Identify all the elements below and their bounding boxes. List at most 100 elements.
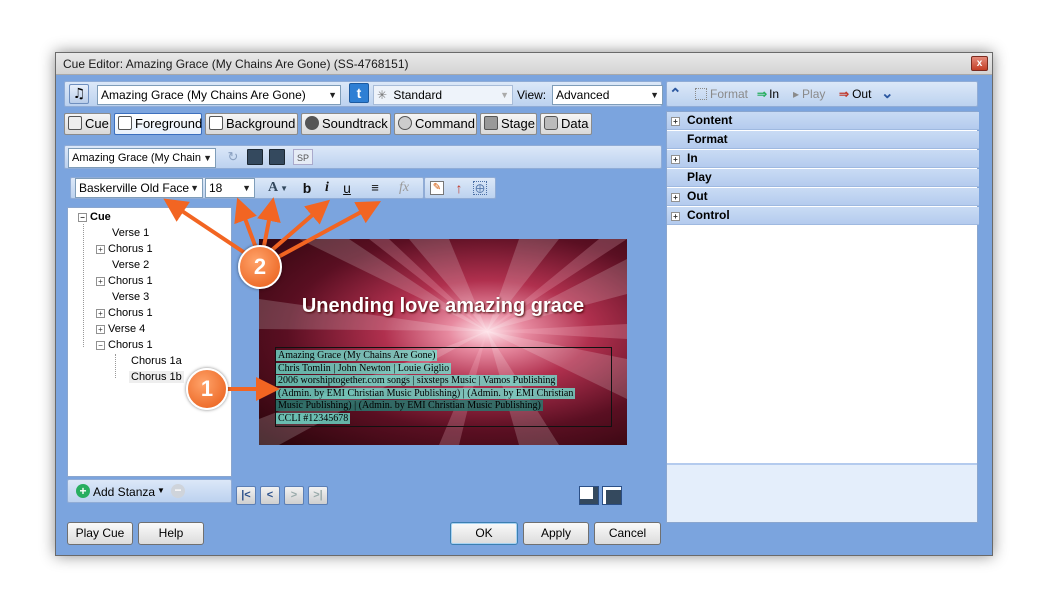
expand-icon[interactable]: + bbox=[96, 277, 105, 286]
tab-strip: Cue Foreground Background Soundtrack Com… bbox=[64, 113, 664, 137]
tree-root[interactable]: − Cue bbox=[78, 211, 111, 223]
out-button[interactable]: ⇒ Out bbox=[839, 87, 871, 101]
close-button[interactable]: x bbox=[971, 56, 988, 71]
save-icon[interactable] bbox=[247, 149, 263, 165]
play-cue-button[interactable]: Play Cue bbox=[67, 522, 133, 545]
music-icon[interactable]: ♫ bbox=[69, 84, 89, 104]
chevron-down-icon: ▼ bbox=[190, 183, 199, 193]
tab-stage[interactable]: Stage bbox=[480, 113, 537, 135]
font-color-button[interactable]: A ▼ bbox=[265, 180, 291, 196]
expand-icon[interactable]: + bbox=[671, 193, 680, 202]
refresh-icon[interactable]: ↻ bbox=[225, 149, 241, 165]
expand-icon[interactable]: + bbox=[671, 155, 680, 164]
layout-single-icon[interactable] bbox=[579, 486, 599, 505]
prev-stanza-button[interactable]: < bbox=[260, 486, 280, 505]
tree-item[interactable]: + Verse 4 bbox=[96, 323, 145, 335]
sp-button[interactable]: SP bbox=[293, 149, 313, 165]
expand-icon[interactable]: + bbox=[671, 117, 680, 126]
lyric-line: (Admin. by EMI Christian Music Publishin… bbox=[276, 387, 576, 399]
tab-command[interactable]: Command bbox=[394, 113, 477, 135]
section-format[interactable]: Format bbox=[667, 131, 979, 149]
view-label: View: bbox=[517, 88, 547, 102]
format-button[interactable]: Format bbox=[695, 87, 748, 101]
tab-cue[interactable]: Cue bbox=[64, 113, 111, 135]
first-stanza-button[interactable]: |< bbox=[236, 486, 256, 505]
tree-item[interactable]: Verse 2 bbox=[112, 259, 149, 271]
style-select[interactable]: ✳ Standard ▼ bbox=[373, 85, 513, 105]
fx-button[interactable]: fx bbox=[393, 180, 415, 196]
section-in[interactable]: + In bbox=[667, 150, 979, 168]
expand-icon[interactable]: + bbox=[96, 309, 105, 318]
window-title: Cue Editor: Amazing Grace (My Chains Are… bbox=[63, 57, 409, 71]
stanza-select[interactable]: Amazing Grace (My Chains ▼ bbox=[68, 148, 216, 168]
collapse-icon[interactable]: − bbox=[96, 341, 105, 350]
play-icon: ▸ bbox=[793, 87, 800, 101]
layout-double-icon[interactable] bbox=[602, 486, 622, 505]
tree-item[interactable]: + Chorus 1 bbox=[96, 307, 153, 319]
font-size-select[interactable]: 18 ▼ bbox=[205, 178, 255, 198]
tree-item-selected[interactable]: Chorus 1b bbox=[129, 371, 184, 383]
italic-button[interactable]: i bbox=[319, 180, 335, 196]
chevron-down-icon: ▼ bbox=[328, 90, 337, 100]
arrow-up-icon[interactable]: ↑ bbox=[452, 179, 466, 197]
song-select[interactable]: Amazing Grace (My Chains Are Gone) ▼ bbox=[97, 85, 341, 105]
view-select[interactable]: Advanced ▼ bbox=[552, 85, 663, 105]
title-bar[interactable]: Cue Editor: Amazing Grace (My Chains Are… bbox=[56, 53, 992, 75]
slide-preview[interactable]: Unending love amazing grace Amazing Grac… bbox=[259, 239, 627, 445]
chevron-down-icon: ▼ bbox=[500, 90, 509, 100]
lyric-line: Chris Tomlin | John Newton | Louie Gigli… bbox=[276, 362, 452, 374]
twitter-icon[interactable]: t bbox=[349, 83, 369, 103]
section-control[interactable]: + Control bbox=[667, 207, 979, 225]
tree-item[interactable]: Verse 1 bbox=[112, 227, 149, 239]
align-left-icon[interactable]: ≡ bbox=[367, 180, 383, 196]
expand-icon[interactable]: + bbox=[96, 245, 105, 254]
stanza-nav: |< < > >| bbox=[236, 486, 336, 506]
help-button[interactable]: Help bbox=[138, 522, 204, 545]
cue-editor-window: Cue Editor: Amazing Grace (My Chains Are… bbox=[55, 52, 993, 556]
add-stanza-button[interactable]: Add Stanza bbox=[93, 485, 155, 499]
tree-item[interactable]: Verse 3 bbox=[112, 291, 149, 303]
collapse-icon[interactable]: − bbox=[78, 213, 87, 222]
foreground-icon bbox=[118, 116, 132, 130]
bold-button[interactable]: b bbox=[299, 180, 315, 196]
expand-all-icon[interactable]: ⌄ bbox=[881, 84, 894, 102]
tree-item[interactable]: + Chorus 1 bbox=[96, 275, 153, 287]
lyrics-box[interactable]: Amazing Grace (My Chains Are Gone) Chris… bbox=[275, 347, 612, 427]
tree-item[interactable]: Chorus 1a bbox=[131, 355, 182, 367]
out-icon: ⇒ bbox=[839, 87, 850, 101]
section-out[interactable]: + Out bbox=[667, 188, 979, 206]
lyric-line: CCLI #12345678 bbox=[276, 412, 351, 424]
edit-icon[interactable]: ✎ bbox=[430, 181, 444, 195]
underline-button[interactable]: u bbox=[339, 180, 355, 196]
next-stanza-button[interactable]: > bbox=[284, 486, 304, 505]
tab-background[interactable]: Background bbox=[205, 113, 298, 135]
add-icon[interactable]: + bbox=[76, 484, 90, 498]
lyric-line: Music Publishing) | (Admin. by EMI Chris… bbox=[276, 400, 543, 412]
cancel-button[interactable]: Cancel bbox=[594, 522, 661, 545]
tree-item[interactable]: − Chorus 1 bbox=[96, 339, 153, 351]
tab-foreground[interactable]: Foreground bbox=[114, 113, 202, 135]
tree-item[interactable]: + Chorus 1 bbox=[96, 243, 153, 255]
remove-icon[interactable]: − bbox=[171, 484, 185, 498]
section-content[interactable]: + Content bbox=[667, 112, 979, 130]
last-stanza-button[interactable]: >| bbox=[308, 486, 328, 505]
collapse-all-icon[interactable]: ⌃ bbox=[669, 85, 682, 103]
font-select[interactable]: Baskerville Old Face ▼ bbox=[75, 178, 203, 198]
expand-icon[interactable]: + bbox=[96, 325, 105, 334]
in-button[interactable]: ⇒ In bbox=[757, 87, 779, 101]
save-as-icon[interactable] bbox=[269, 149, 285, 165]
play-button[interactable]: ▸ Play bbox=[793, 87, 825, 101]
sun-icon: ✳ bbox=[377, 88, 388, 102]
chevron-down-icon: ▼ bbox=[201, 149, 212, 167]
tab-soundtrack[interactable]: Soundtrack bbox=[301, 113, 391, 135]
ok-button[interactable]: OK bbox=[450, 522, 518, 545]
fit-icon[interactable]: ⨁ bbox=[473, 181, 487, 195]
expand-icon[interactable]: + bbox=[671, 212, 680, 221]
chevron-down-icon: ▼ bbox=[242, 183, 251, 193]
apply-button[interactable]: Apply bbox=[523, 522, 589, 545]
background-icon bbox=[209, 116, 223, 130]
tab-data[interactable]: Data bbox=[540, 113, 592, 135]
section-play[interactable]: Play bbox=[667, 169, 979, 187]
chevron-down-icon[interactable]: ▼ bbox=[157, 486, 165, 495]
add-stanza-bar: + Add Stanza ▼ − bbox=[67, 479, 232, 503]
